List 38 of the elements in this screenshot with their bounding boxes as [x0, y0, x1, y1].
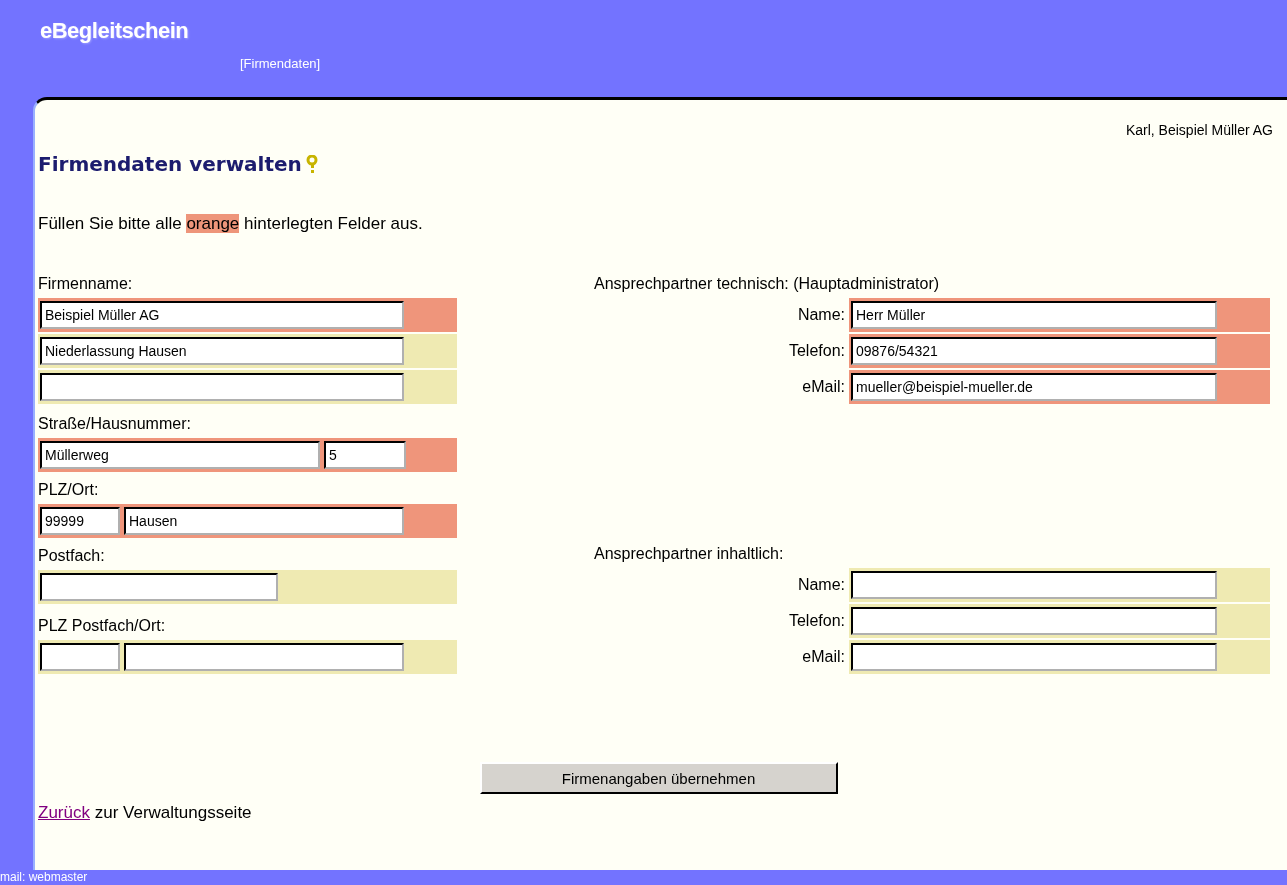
field-label: Straße/Hausnummer: [38, 414, 192, 434]
field-label: Telefon: [787, 612, 846, 630]
input-field[interactable] [851, 571, 1217, 599]
submit-button[interactable]: Firmenangaben übernehmen [479, 762, 838, 794]
field-label: Name: [796, 306, 846, 324]
input-field[interactable] [124, 643, 404, 671]
section-label: Ansprechpartner technisch: (Hauptadministrator) [594, 274, 941, 294]
input-field[interactable] [40, 573, 278, 601]
field-label: PLZ Postfach/Ort: [38, 616, 167, 636]
field-label: Telefon: [787, 342, 846, 360]
instruction-text: Füllen Sie bitte alle orange hinterlegten Felder aus. [38, 214, 424, 234]
input-field[interactable] [40, 373, 404, 401]
input-field[interactable]: Hausen [124, 507, 404, 535]
input-field[interactable] [851, 643, 1217, 671]
field-label: Firmenname: [38, 274, 134, 294]
field-label: Name: [796, 576, 846, 594]
input-field[interactable] [40, 643, 120, 671]
input-field[interactable] [851, 607, 1217, 635]
input-field[interactable]: 09876/54321 [851, 337, 1217, 365]
field-label: eMail: [801, 648, 846, 666]
field-label: PLZ/Ort: [38, 480, 100, 500]
input-field[interactable]: Müllerweg [40, 441, 320, 469]
page-heading: Firmendaten verwalten [38, 152, 302, 176]
input-field[interactable]: Herr Müller [851, 301, 1217, 329]
input-field[interactable]: 5 [324, 441, 406, 469]
input-field[interactable]: mueller@beispiel-mueller.de [851, 373, 1217, 401]
input-field[interactable]: Niederlassung Hausen [40, 337, 404, 365]
logo-text: eBegleitschein [40, 18, 189, 44]
section-label: Ansprechpartner inhaltlich: [594, 544, 785, 564]
input-field[interactable]: 99999 [40, 507, 120, 535]
field-label: Postfach: [38, 546, 106, 566]
back-link[interactable]: Zurück [38, 803, 90, 822]
input-field[interactable]: Beispiel Müller AG [40, 301, 404, 329]
footer-text: mail: webmaster [0, 870, 88, 884]
field-label: eMail: [801, 378, 846, 396]
back-text: zur Verwaltungsseite [94, 803, 252, 822]
user-name: Karl, Beispiel Müller AG [1124, 122, 1273, 138]
section-title: [Firmendaten] [240, 56, 321, 71]
